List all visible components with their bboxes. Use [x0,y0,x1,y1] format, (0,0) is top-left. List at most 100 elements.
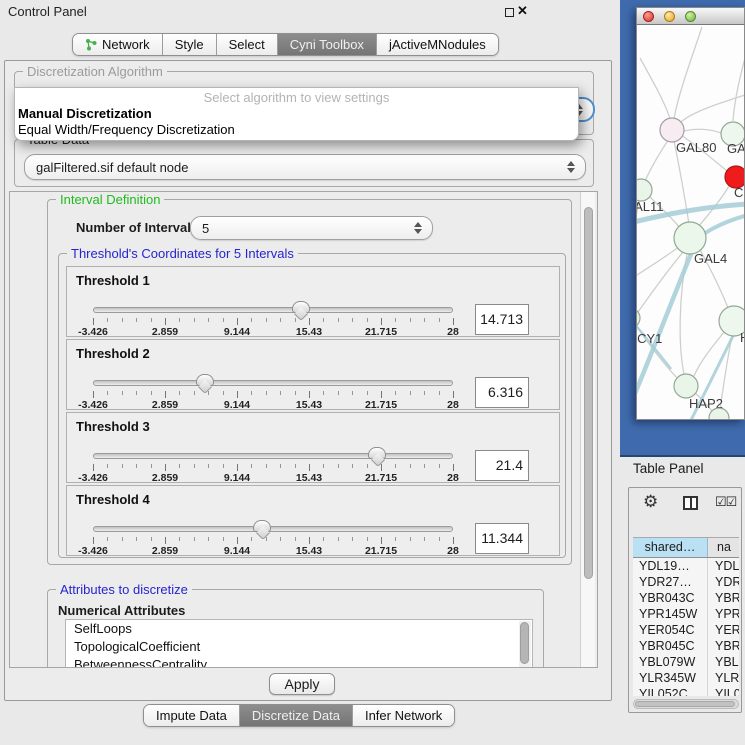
cell-shared-name[interactable]: YBR045C [633,638,708,654]
threshold-slider[interactable]: -3.4262.8599.14415.4321.71528 [93,305,453,337]
tab-cyni-toolbox[interactable]: Cyni Toolbox [277,34,376,55]
cell-shared-name[interactable]: YDL19… [633,558,708,574]
tab-jactivemnodules[interactable]: jActiveMNodules [376,34,498,55]
combo-arrows-icon [567,161,575,173]
table-row[interactable]: YBR045CYBR0 [633,638,739,654]
slider-track[interactable] [93,526,453,532]
table-data-combo[interactable]: galFiltered.sif default node [24,154,586,180]
network-edge[interactable] [694,331,725,376]
tab-discretize-data[interactable]: Discretize Data [239,705,352,726]
table-row[interactable]: YPR145WYPR1 [633,606,739,622]
network-canvas[interactable]: GAL80GACGAL11GAL4GCY1HAHAP2 [636,25,745,420]
attribute-items: SelfLoopsTopologicalCoefficientBetweenne… [66,620,532,668]
tab-style[interactable]: Style [162,34,216,55]
tab-infer-network[interactable]: Infer Network [352,705,454,726]
network-edge[interactable] [733,58,744,121]
network-window[interactable]: GAL80GACGAL11GAL4GCY1HAHAP2 [636,7,745,420]
cell-shared-name[interactable]: YPR145W [633,606,708,622]
threshold-value-field[interactable]: 6.316 [475,377,529,408]
tab-network[interactable]: Network [73,34,162,55]
table-row[interactable]: YLR345WYLR3 [633,670,739,686]
table-row[interactable]: YBL079WYBL0 [633,654,739,670]
scrollbar-thumb[interactable] [584,207,593,579]
threshold-slider[interactable]: -3.4262.8599.14415.4321.71528 [93,524,453,556]
cell-name[interactable]: YBR0 [708,590,739,606]
slider-ticks [93,537,453,545]
attributes-group-title: Attributes to discretize [56,582,192,597]
slider-thumb[interactable] [196,374,214,386]
network-edge[interactable] [645,136,671,181]
network-node-hap2[interactable] [674,374,698,398]
network-edge[interactable] [637,200,639,309]
network-window-titlebar[interactable] [636,7,745,25]
table-row[interactable]: YER054CYER0 [633,622,739,638]
cell-name[interactable]: YIL0 [708,686,739,696]
network-node-gal4[interactable] [674,222,706,254]
attribute-item-topologicalcoefficient[interactable]: TopologicalCoefficient [66,638,532,656]
number-of-intervals-spinner[interactable]: 5 [190,216,433,240]
attribute-item-selfloops[interactable]: SelfLoops [66,620,532,638]
scrollbar-thumb[interactable] [520,622,529,664]
threshold-slider[interactable]: -3.4262.8599.14415.4321.71528 [93,451,453,483]
slider-track[interactable] [93,380,453,386]
zoom-window-icon[interactable] [685,11,696,22]
cell-name[interactable]: YDR2 [708,574,739,590]
checkbox-icons[interactable]: ☑☑ [715,494,736,510]
attribute-item-betweennesscentrality[interactable]: BetweennessCentrality [66,656,532,668]
slider-thumb[interactable] [292,301,310,313]
table-header-shared-name[interactable]: shared… [633,538,708,557]
slider-track[interactable] [93,307,453,313]
interval-definition-group: Interval Definition Number of Intervals … [47,199,572,565]
cell-shared-name[interactable]: YDR27… [633,574,708,590]
cell-name[interactable]: YDL1 [708,558,739,574]
close-window-icon[interactable] [643,11,654,22]
threshold-label: Threshold 4 [76,492,150,507]
tab-impute-data[interactable]: Impute Data [144,705,239,726]
cell-shared-name[interactable]: YIL052C [633,686,708,696]
cell-name[interactable]: YLR3 [708,670,739,686]
network-edge[interactable] [637,247,679,287]
tab-label: Network [102,34,150,55]
float-panel-icon[interactable] [505,8,514,17]
network-node-gal11[interactable] [637,179,652,201]
table-header-name[interactable]: na [708,538,739,557]
minimize-window-icon[interactable] [664,11,675,22]
apply-button[interactable]: Apply [269,673,335,695]
cell-name[interactable]: YBR0 [708,638,739,654]
slider-thumb[interactable] [368,447,386,459]
table-row[interactable]: YBR043CYBR0 [633,590,739,606]
cell-shared-name[interactable]: YBL079W [633,654,708,670]
table-horizontal-scrollbar[interactable] [633,699,739,709]
cell-name[interactable]: YBL0 [708,654,739,670]
attribute-list-scrollbar[interactable] [519,621,531,668]
node-table[interactable]: shared… na YDL19…YDL1YDR27…YDR2YBR043CYB… [633,537,739,696]
threshold-value-field[interactable]: 21.4 [475,450,529,481]
columns-icon[interactable] [683,496,698,510]
cell-shared-name[interactable]: YBR043C [633,590,708,606]
network-edge[interactable] [684,129,721,133]
tab-select[interactable]: Select [216,34,277,55]
settings-vertical-scrollbar[interactable] [580,192,595,667]
slider-thumb[interactable] [253,520,271,532]
cell-name[interactable]: YER0 [708,622,739,638]
dropdown-option-manual-discretization[interactable]: Manual Discretization [15,106,578,122]
network-node-gal80[interactable] [660,118,684,142]
table-row[interactable]: YDL19…YDL1 [633,558,739,574]
slider-track[interactable] [93,453,453,459]
table-row[interactable]: YIL052CYIL0 [633,686,739,696]
numerical-attributes-list[interactable]: SelfLoopsTopologicalCoefficientBetweenne… [65,619,533,668]
scrollbar-thumb[interactable] [635,701,735,707]
table-row[interactable]: YDR27…YDR2 [633,574,739,590]
network-edge[interactable] [674,27,702,119]
close-panel-icon[interactable]: ✕ [517,3,528,19]
cell-shared-name[interactable]: YER054C [633,622,708,638]
threshold-value-field[interactable]: 11.344 [475,523,529,554]
cell-name[interactable]: YPR1 [708,606,739,622]
network-edge[interactable] [640,58,670,119]
cell-shared-name[interactable]: YLR345W [633,670,708,686]
threshold-slider[interactable]: -3.4262.8599.14415.4321.71528 [93,378,453,410]
gear-icon[interactable]: ⚙ [643,492,658,512]
network-icon [85,38,97,51]
dropdown-option-equal-width-frequency-discretization[interactable]: Equal Width/Frequency Discretization [15,122,578,138]
threshold-value-field[interactable]: 14.713 [475,304,529,335]
